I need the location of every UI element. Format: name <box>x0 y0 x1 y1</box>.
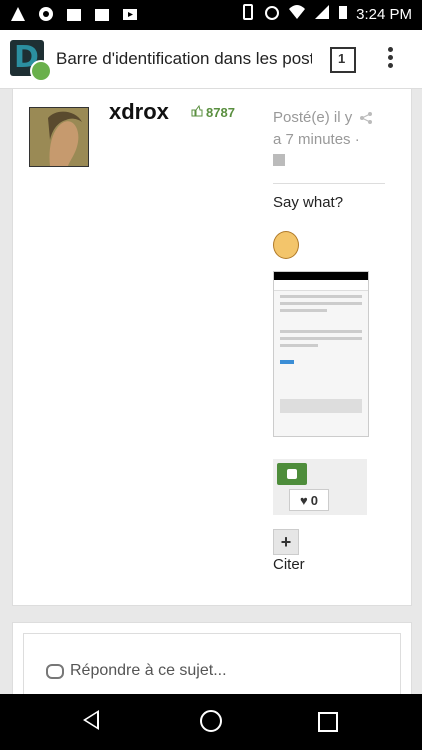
post-meta: Posté(e) il y a 7 minutes · <box>273 107 393 166</box>
quote-button[interactable]: + <box>273 529 299 555</box>
vlc-icon <box>10 6 26 22</box>
comment-icon <box>46 663 64 679</box>
divider <box>273 183 385 184</box>
bag-check-icon <box>66 6 82 22</box>
shield-icon <box>38 6 54 22</box>
posted-time-line1[interactable]: Posté(e) il y <box>273 107 393 129</box>
alarm-icon <box>264 4 280 24</box>
avatar[interactable] <box>29 107 89 167</box>
tab-count: 1 <box>338 51 346 66</box>
vibrate-icon <box>240 4 256 24</box>
emoji-face-icon <box>273 231 299 259</box>
report-flag-icon[interactable] <box>273 154 285 166</box>
like-button[interactable] <box>277 463 307 485</box>
more-options-icon[interactable] <box>386 44 394 74</box>
reply-card: Répondre à ce sujet... <box>12 622 412 696</box>
app-bar: D Barre d'identification dans les posts … <box>0 30 422 89</box>
page-title: Barre d'identification dans les posts <box>56 49 312 68</box>
verified-check-icon <box>30 60 52 82</box>
navigation-bar <box>0 694 422 750</box>
reputation-badge: 8787 <box>191 104 235 120</box>
posted-time-line2[interactable]: a 7 minutes · <box>273 129 393 151</box>
back-icon[interactable] <box>83 710 99 730</box>
site-logo[interactable]: D <box>10 40 52 82</box>
heart-count: 0 <box>310 492 318 508</box>
clock-time: 3:24 PM <box>356 5 412 23</box>
thumbs-up-icon <box>191 104 203 120</box>
avatar-portrait-icon <box>30 108 88 166</box>
reply-placeholder[interactable]: Répondre à ce sujet... <box>70 662 227 680</box>
reputation-count: 8787 <box>206 105 235 120</box>
post-card: xdrox 8787 Posté(e) il y a 7 minutes · S… <box>12 88 412 606</box>
attached-screenshot-image[interactable] <box>273 271 369 437</box>
quote-label[interactable]: Citer <box>273 556 305 573</box>
share-icon[interactable] <box>359 111 373 130</box>
heart-reaction[interactable]: ♥ 0 <box>289 489 329 511</box>
post-text: Say what? <box>273 194 344 211</box>
heart-icon: ♥ <box>300 492 308 508</box>
bag-check-icon-2 <box>94 6 110 22</box>
home-icon[interactable] <box>200 710 222 732</box>
author-name[interactable]: xdrox <box>109 99 169 125</box>
tabs-button[interactable]: 1 <box>330 47 356 73</box>
battery-icon <box>338 4 348 24</box>
signal-icon <box>314 4 330 24</box>
status-bar: 3:24 PM <box>0 0 422 30</box>
recent-apps-icon[interactable] <box>318 712 338 732</box>
youtube-icon <box>122 6 138 22</box>
reaction-box: ♥ 0 <box>273 459 367 515</box>
wifi-icon <box>288 4 306 24</box>
reply-field[interactable]: Répondre à ce sujet... <box>23 633 401 695</box>
